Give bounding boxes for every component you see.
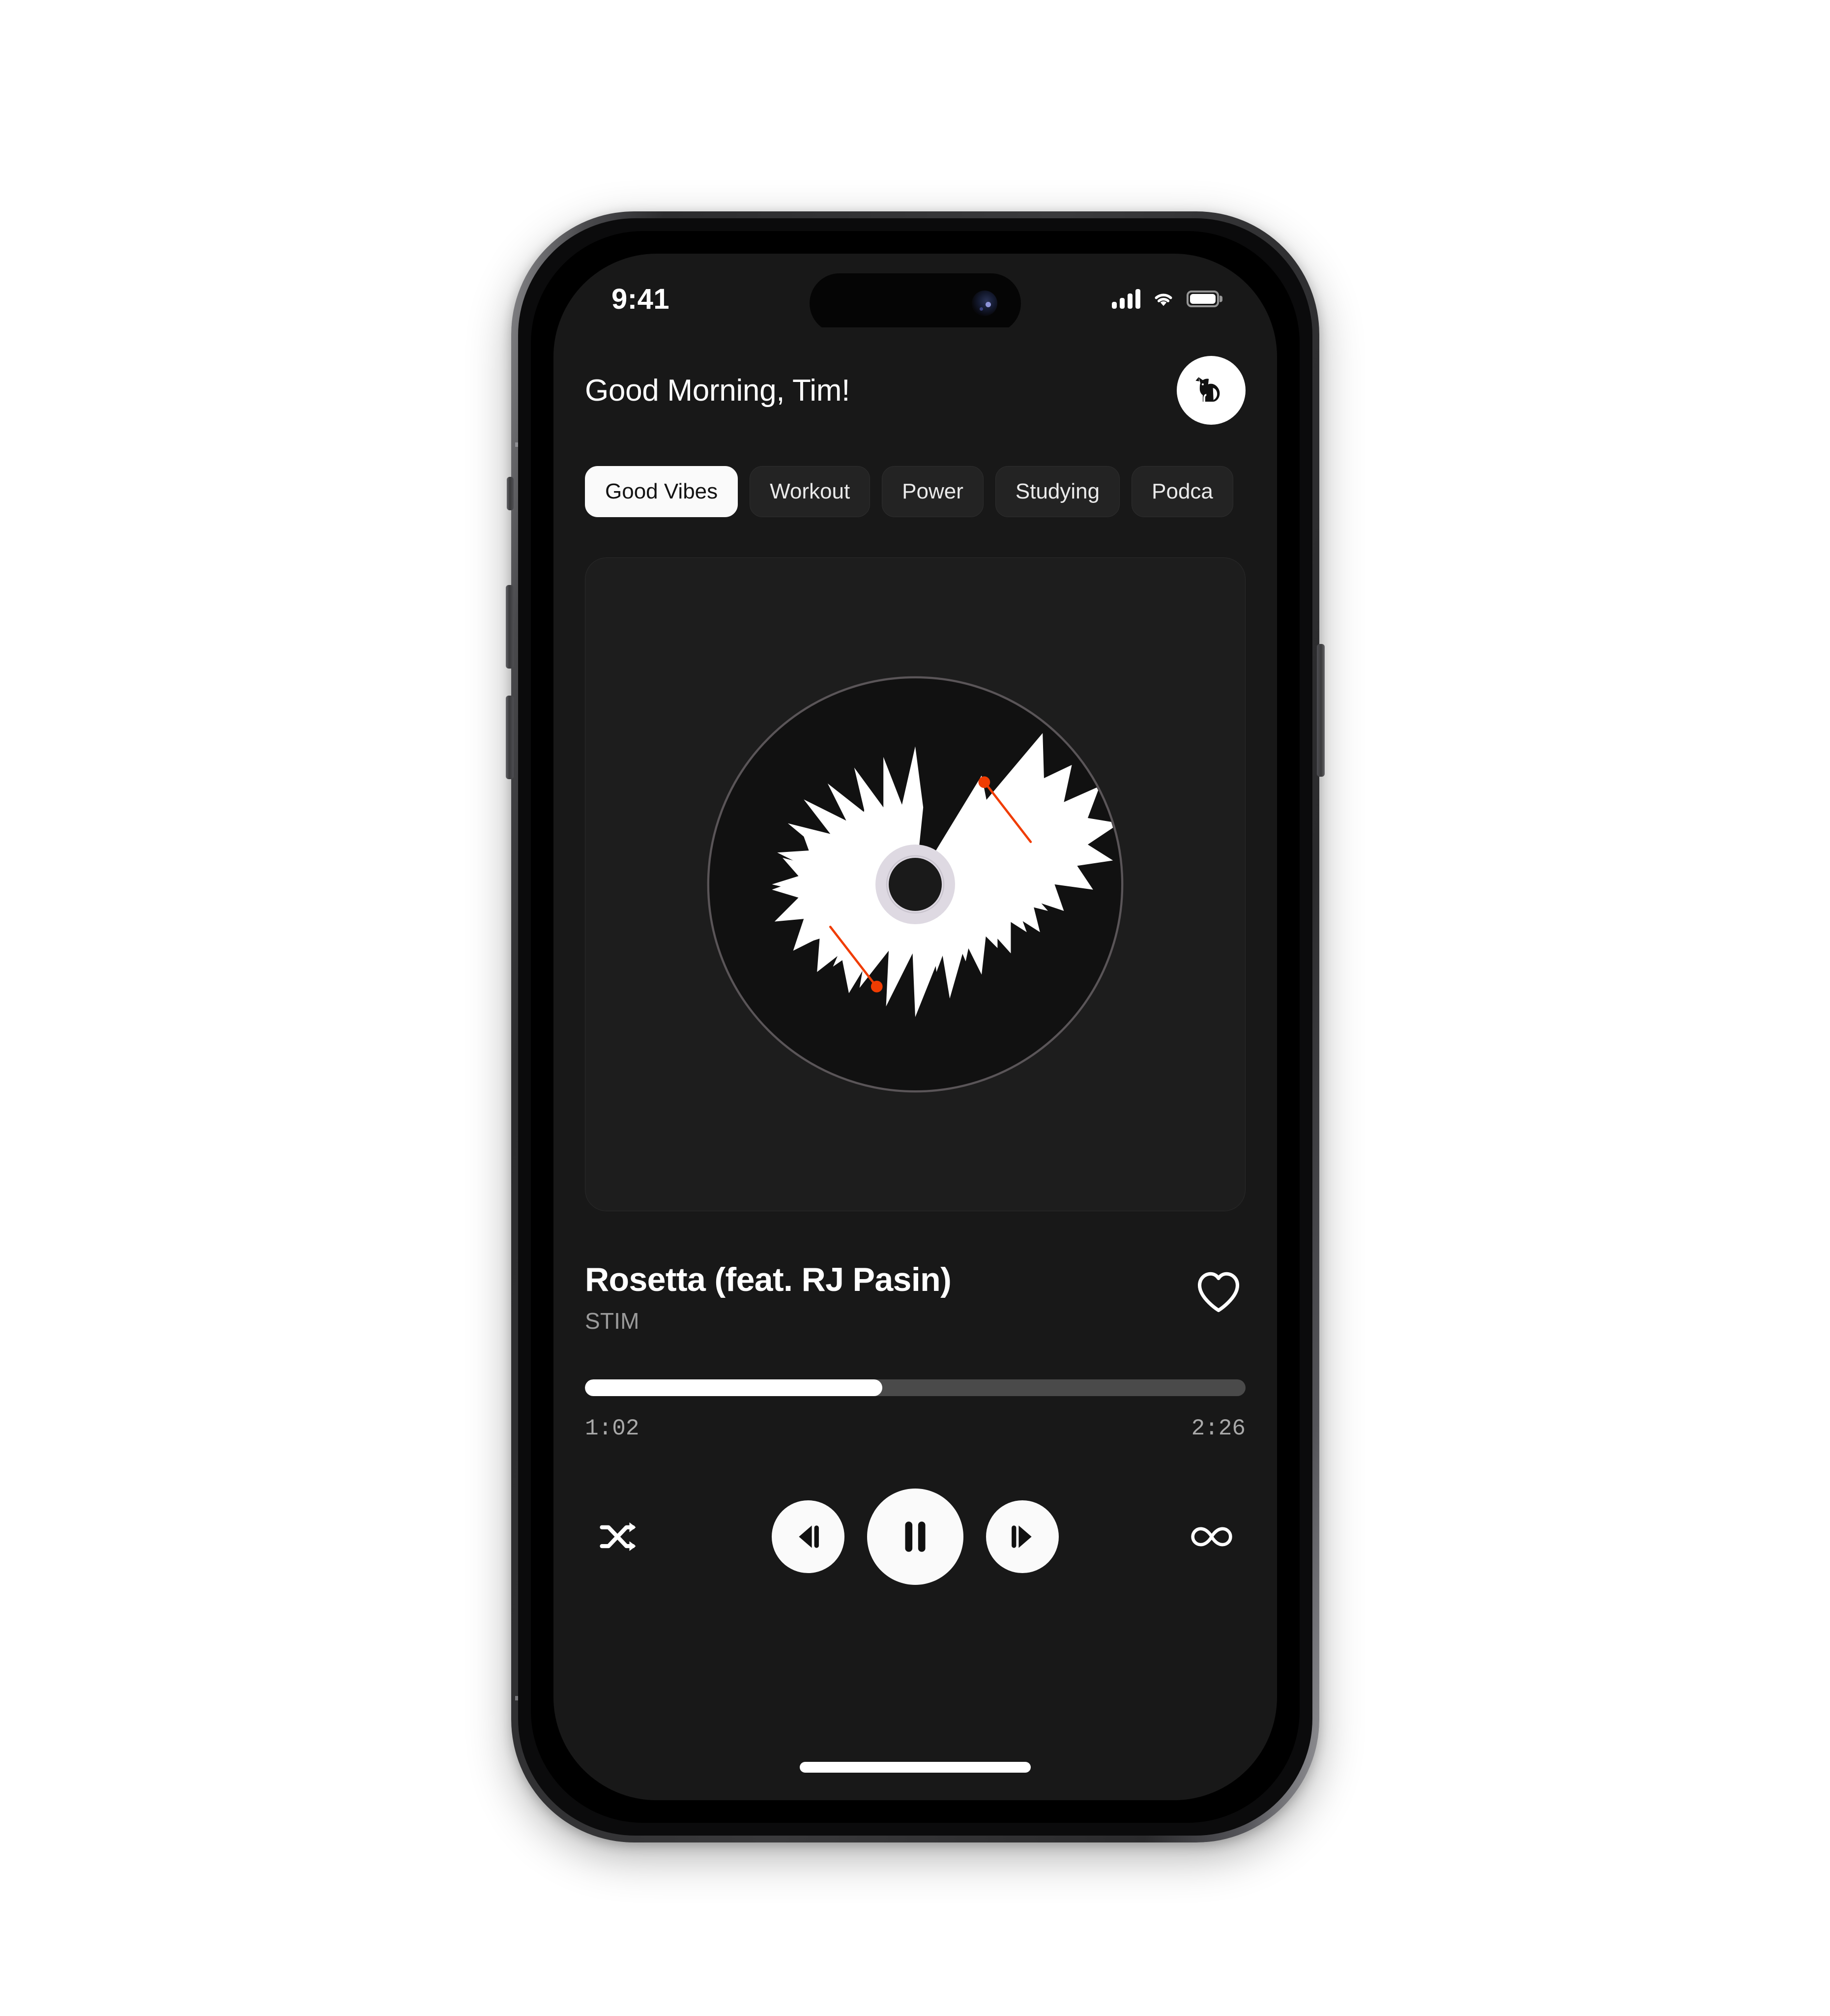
header-row: Good Morning, Tim!	[553, 327, 1277, 425]
vinyl-center-hole	[889, 858, 942, 911]
track-title: Rosetta (feat. RJ Pasin)	[585, 1261, 952, 1298]
progress-section: 1:02 2:26	[553, 1334, 1277, 1441]
total-duration: 2:26	[1191, 1416, 1246, 1441]
status-icons	[1112, 289, 1219, 309]
now-playing-info: Rosetta (feat. RJ Pasin) STIM	[553, 1211, 1277, 1334]
fox-avatar-icon[interactable]	[1177, 356, 1246, 425]
category-chip-good-vibes[interactable]: Good Vibes	[585, 466, 738, 517]
vinyl-record-artwork	[650, 619, 1181, 1150]
track-artist: STIM	[585, 1308, 639, 1334]
playback-controls	[553, 1441, 1277, 1585]
phone-screen: 9:41 Good Morning, Tim! Good Vibes Worko…	[553, 254, 1277, 1800]
fox-silhouette-icon	[1195, 377, 1220, 402]
app-content: Good Morning, Tim! Good Vibes Workout Po…	[553, 327, 1277, 1800]
album-art-card[interactable]	[585, 557, 1246, 1211]
category-chip-workout[interactable]: Workout	[750, 466, 871, 517]
phone-frame: 9:41 Good Morning, Tim! Good Vibes Worko…	[506, 211, 1325, 1842]
status-time: 9:41	[611, 283, 670, 315]
infinity-repeat-icon[interactable]	[1185, 1510, 1239, 1564]
category-chip-studying[interactable]: Studying	[995, 466, 1120, 517]
heart-outline-icon[interactable]	[1191, 1264, 1246, 1318]
volume-up-button[interactable]	[506, 585, 514, 669]
pause-icon[interactable]	[867, 1489, 963, 1585]
time-row: 1:02 2:26	[585, 1416, 1246, 1441]
volume-down-button[interactable]	[506, 696, 514, 779]
category-chips[interactable]: Good Vibes Workout Power Studying Podca	[553, 425, 1277, 517]
home-indicator-bar[interactable]	[800, 1762, 1031, 1773]
next-track-icon[interactable]	[986, 1500, 1059, 1573]
battery-full-icon	[1187, 291, 1219, 307]
transport-buttons	[772, 1489, 1059, 1585]
cellular-signal-icon	[1112, 289, 1140, 309]
status-bar: 9:41	[553, 254, 1277, 327]
shuffle-icon[interactable]	[592, 1510, 646, 1564]
phone-stage: 9:41 Good Morning, Tim! Good Vibes Worko…	[0, 0, 1830, 2016]
power-button[interactable]	[1317, 644, 1325, 777]
progress-slider[interactable]	[585, 1379, 1246, 1396]
progress-fill	[585, 1379, 882, 1396]
phone-frame-inner: 9:41 Good Morning, Tim! Good Vibes Worko…	[518, 218, 1312, 1836]
previous-track-icon[interactable]	[772, 1500, 844, 1573]
elapsed-time: 1:02	[585, 1416, 639, 1441]
category-chip-power[interactable]: Power	[882, 466, 984, 517]
wifi-icon	[1155, 293, 1172, 306]
phone-bezel: 9:41 Good Morning, Tim! Good Vibes Worko…	[531, 231, 1300, 1823]
track-text-block: Rosetta (feat. RJ Pasin) STIM	[585, 1260, 952, 1334]
silence-switch-button[interactable]	[507, 477, 514, 510]
category-chip-podcasts[interactable]: Podca	[1132, 466, 1233, 517]
page-title: Good Morning, Tim!	[585, 373, 850, 408]
